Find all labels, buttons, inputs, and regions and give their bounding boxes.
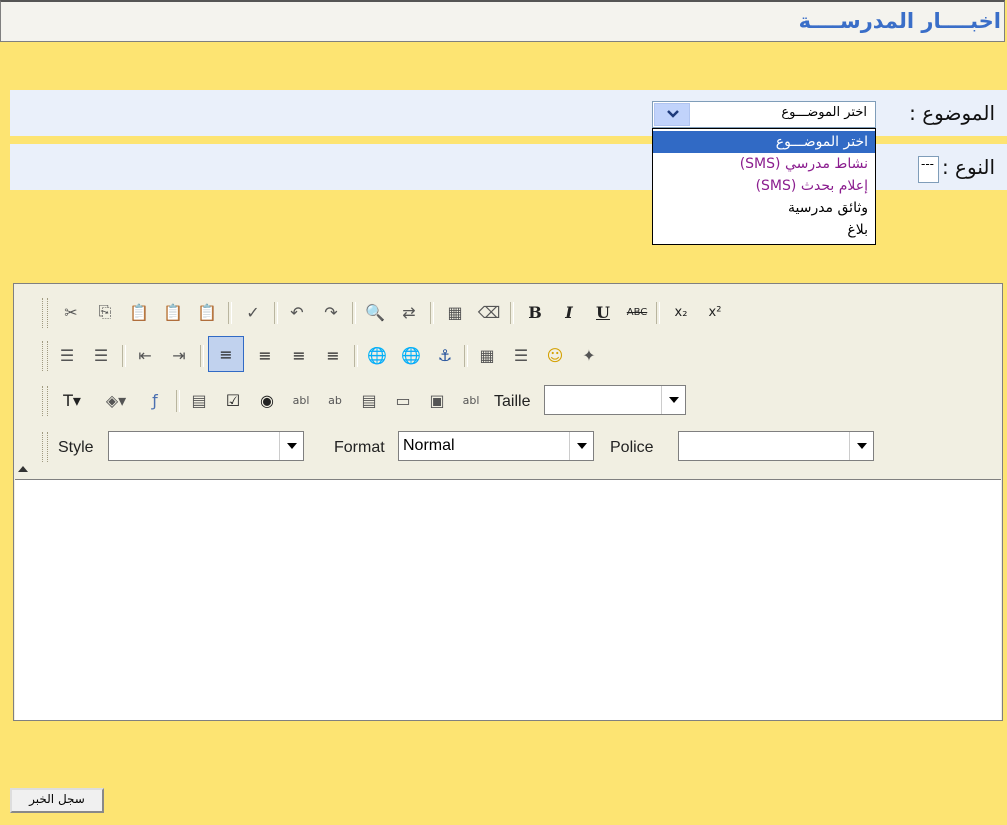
- triangle-down-icon: [669, 397, 679, 403]
- toolbar-separator: [510, 302, 514, 324]
- anchor-icon[interactable]: ⚓: [430, 341, 460, 369]
- align-left-icon[interactable]: ≡: [208, 336, 244, 372]
- toolbar-grip: [42, 386, 48, 416]
- format-select-value: Normal: [403, 437, 455, 454]
- table-icon[interactable]: ▦: [472, 341, 502, 369]
- special-char-icon[interactable]: ✦: [574, 341, 604, 369]
- align-right-icon[interactable]: ≡: [284, 341, 314, 369]
- save-news-button[interactable]: سجل الخبر: [10, 788, 104, 813]
- justify-icon[interactable]: ≡: [318, 341, 348, 369]
- indent-icon[interactable]: ⇥: [164, 341, 194, 369]
- strikethrough-icon[interactable]: ABC: [622, 298, 652, 326]
- subject-option[interactable]: إعلام بحدث (SMS): [653, 175, 875, 197]
- format-select[interactable]: Normal: [398, 431, 594, 461]
- font-label: Police: [610, 439, 654, 456]
- style-label: Style: [58, 439, 94, 456]
- hidden-field-icon[interactable]: abl: [456, 386, 486, 414]
- toolbar-collapse-icon[interactable]: [17, 462, 29, 474]
- link-icon[interactable]: 🌐: [362, 341, 392, 369]
- redo-icon[interactable]: ↷: [316, 298, 346, 326]
- size-select[interactable]: [544, 385, 686, 415]
- triangle-down-icon: [577, 443, 587, 449]
- subject-option[interactable]: نشاط مدرسي (SMS): [653, 153, 875, 175]
- subject-option[interactable]: بلاغ: [653, 219, 875, 241]
- superscript-icon[interactable]: x²: [700, 298, 730, 326]
- unordered-list-icon[interactable]: ☰: [86, 341, 116, 369]
- triangle-down-icon: [857, 443, 867, 449]
- undo-icon[interactable]: ↶: [282, 298, 312, 326]
- paste-text-icon[interactable]: 📋: [158, 298, 188, 326]
- paste-word-icon[interactable]: 📋: [192, 298, 222, 326]
- toolbar-separator: [656, 302, 660, 324]
- italic-icon[interactable]: I: [554, 298, 584, 326]
- bold-icon[interactable]: B: [520, 298, 550, 326]
- toolbar-grip: [42, 298, 48, 328]
- flash-icon[interactable]: ƒ: [140, 386, 170, 414]
- toolbar-separator: [352, 302, 356, 324]
- subject-label: الموضوع :: [909, 101, 995, 125]
- ordered-list-icon[interactable]: ☰: [52, 341, 82, 369]
- textfield-icon[interactable]: abl: [286, 386, 316, 414]
- toolbar-separator: [200, 345, 204, 367]
- button-field-icon[interactable]: ▭: [388, 386, 418, 414]
- toolbar-row-3: T▾ ◈▾ ƒ ▤ ☑ ◉ abl ab ▤ ▭ ▣ abl Taille: [42, 378, 992, 420]
- editor-content-area[interactable]: [15, 479, 1001, 720]
- size-label: Taille: [494, 393, 531, 410]
- size-dropdown-button[interactable]: [661, 386, 685, 414]
- subject-option[interactable]: اختر الموضـــوع: [653, 131, 875, 153]
- dropdown-toggle-button[interactable]: [654, 103, 690, 126]
- spellcheck-icon[interactable]: ✓: [238, 298, 268, 326]
- replace-icon[interactable]: ⇄: [394, 298, 424, 326]
- page-title: اخبــــار المدرســــة: [798, 9, 1001, 33]
- toolbar-row-2: ☰ ☰ ⇤ ⇥ ≡ ≡ ≡ ≡ 🌐 🌐 ⚓ ▦ ☰ ☺ ✦: [42, 333, 992, 375]
- align-center-icon[interactable]: ≡: [250, 341, 280, 369]
- copy-icon[interactable]: ⎘: [90, 298, 120, 326]
- type-label: النوع :: [941, 155, 995, 179]
- toolbar-row-1: ✂ ⎘ 📋 📋 📋 ✓ ↶ ↷ 🔍 ⇄ ▦ ⌫ B I U ABC x₂ x²: [42, 290, 992, 332]
- outdent-icon[interactable]: ⇤: [130, 341, 160, 369]
- format-label: Format: [334, 439, 385, 456]
- toolbar-separator: [228, 302, 232, 324]
- chevron-down-icon: [667, 110, 679, 118]
- font-select[interactable]: [678, 431, 874, 461]
- toolbar-separator: [464, 345, 468, 367]
- toolbar-separator: [274, 302, 278, 324]
- cut-icon[interactable]: ✂: [56, 298, 86, 326]
- smiley-icon[interactable]: ☺: [540, 341, 570, 369]
- bg-color-icon[interactable]: ◈▾: [96, 386, 136, 414]
- horizontal-rule-icon[interactable]: ☰: [506, 341, 536, 369]
- style-select[interactable]: [108, 431, 304, 461]
- radio-icon[interactable]: ◉: [252, 386, 282, 414]
- underline-icon[interactable]: U: [588, 298, 618, 326]
- style-dropdown-button[interactable]: [279, 432, 303, 460]
- subject-select-value: اختر الموضـــوع: [781, 105, 867, 120]
- form-icon[interactable]: ▤: [184, 386, 214, 414]
- remove-format-icon[interactable]: ⌫: [474, 298, 504, 326]
- toolbar-separator: [430, 302, 434, 324]
- editor-toolbar: ✂ ⎘ 📋 📋 📋 ✓ ↶ ↷ 🔍 ⇄ ▦ ⌫ B I U ABC x₂ x² …: [14, 284, 1002, 478]
- paste-icon[interactable]: 📋: [124, 298, 154, 326]
- toolbar-separator: [354, 345, 358, 367]
- subscript-icon[interactable]: x₂: [666, 298, 696, 326]
- triangle-down-icon: [287, 443, 297, 449]
- checkbox-icon[interactable]: ☑: [218, 386, 248, 414]
- unlink-icon[interactable]: 🌐: [396, 341, 426, 369]
- image-button-icon[interactable]: ▣: [422, 386, 452, 414]
- subject-dropdown-list: اختر الموضـــوع نشاط مدرسي (SMS) إعلام ب…: [652, 128, 876, 245]
- select-field-icon[interactable]: ▤: [354, 386, 384, 414]
- subject-option[interactable]: وثائق مدرسية: [653, 197, 875, 219]
- toolbar-separator: [176, 390, 180, 412]
- format-dropdown-button[interactable]: [569, 432, 593, 460]
- font-dropdown-button[interactable]: [849, 432, 873, 460]
- textarea-icon[interactable]: ab: [320, 386, 350, 414]
- find-icon[interactable]: 🔍: [360, 298, 390, 326]
- toolbar-separator: [122, 345, 126, 367]
- toolbar-grip: [42, 341, 48, 371]
- toolbar-row-4: Style Format Normal Police: [42, 424, 992, 466]
- type-select[interactable]: ---: [918, 156, 939, 183]
- toolbar-grip: [42, 432, 48, 462]
- select-all-icon[interactable]: ▦: [440, 298, 470, 326]
- text-color-icon[interactable]: T▾: [52, 386, 92, 414]
- subject-select[interactable]: اختر الموضـــوع: [652, 101, 876, 128]
